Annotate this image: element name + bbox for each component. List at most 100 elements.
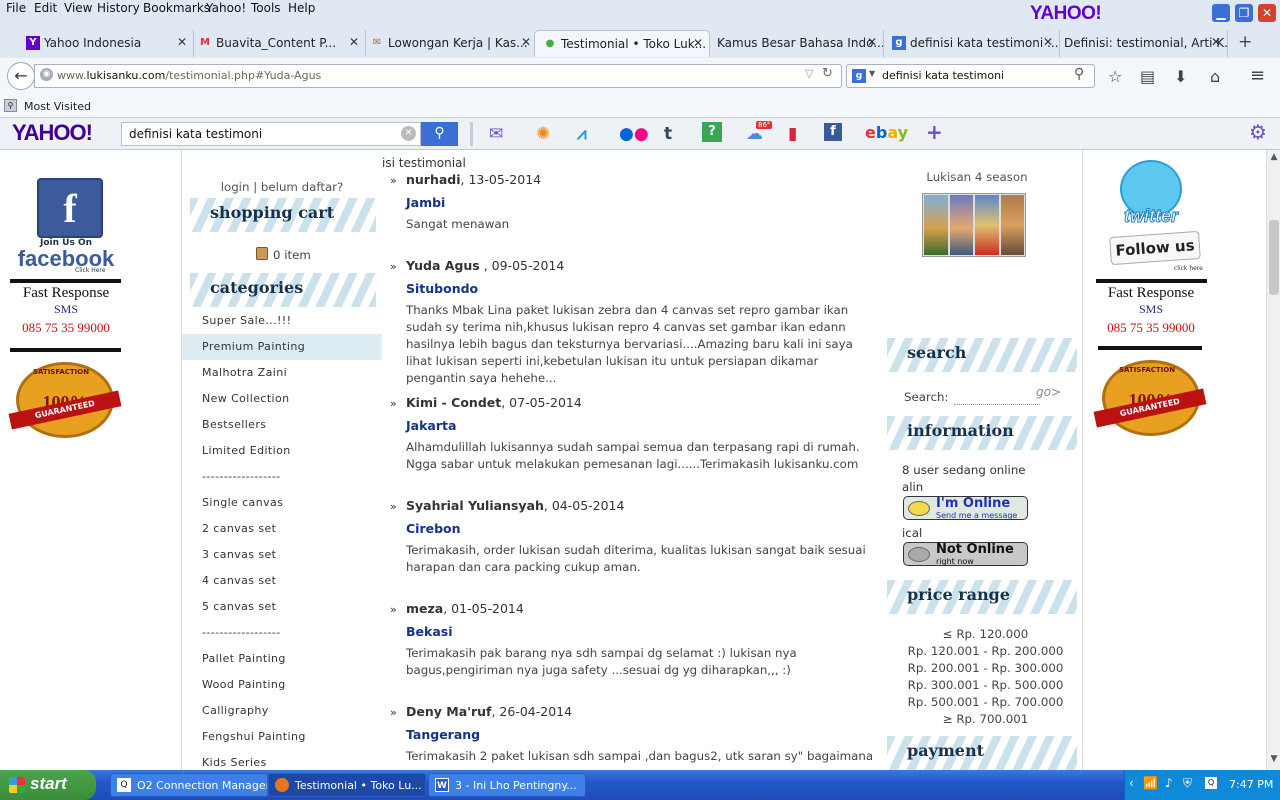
tab-google-definisi[interactable]: g definisi kata testimoni ... ✕ [884,30,1060,57]
category-item[interactable]: 2 canvas set [182,516,382,542]
menu-edit[interactable]: Edit [34,1,57,15]
url-bar[interactable]: ◉ www.lukisanku.com/testimonial.php#Yuda… [34,64,842,88]
tab-kbbi[interactable]: Kamus Besar Bahasa Indo... ✕ [708,30,884,57]
tab-gmail[interactable]: M Buavita_Content P... ✕ [190,30,366,57]
tab-close-icon[interactable]: ✕ [693,36,703,50]
cart-item-count[interactable]: 0 item [273,248,311,262]
home-icon[interactable]: ⌂ [1210,67,1220,86]
featured-painting-image[interactable] [922,193,1026,257]
menu-file[interactable]: File [6,1,26,15]
page-scrollbar[interactable]: ▲ ▼ [1266,150,1280,770]
tab-definisi-testimonial[interactable]: Definisi: testimonial, Arti K... ✕ [1056,30,1228,57]
scroll-down-icon[interactable]: ▼ [1267,754,1280,768]
security-icon[interactable]: ⛨ [1183,776,1192,791]
category-item[interactable]: New Collection [182,386,382,412]
reading-list-icon[interactable]: ▤ [1140,67,1155,86]
tab-close-icon[interactable]: ✕ [177,35,187,49]
tray-app-icon[interactable]: Q [1205,777,1217,789]
price-range-link[interactable]: ≥ Rp. 700.001 [887,712,1084,726]
back-button[interactable]: ← [7,62,35,90]
category-item[interactable]: Fengshui Painting [182,724,382,750]
category-item[interactable]: Wood Painting [182,672,382,698]
menu-hamburger-icon[interactable]: ≡ [1250,65,1265,86]
taskbar-firefox[interactable]: Testimonial • Toko Lu... [268,773,426,797]
category-item[interactable]: Pallet Painting [182,646,382,672]
bookmark-star-icon[interactable]: ☆ [1108,67,1122,86]
price-range-link[interactable]: Rp. 300.001 - Rp. 500.000 [887,678,1084,692]
google-search-engine-icon[interactable]: g [852,69,866,83]
volume-icon[interactable]: ♪ [1165,776,1173,790]
yahoo-toolbar-logo[interactable]: YAHOO! [12,120,93,146]
not-online-button[interactable]: Not Online right now [903,542,1028,566]
yahoo-search-input[interactable]: definisi kata testimoni ✕ [121,122,421,146]
tab-testimonial[interactable]: ● Testimonial • Toko Luk... ✕ [534,30,710,57]
category-item[interactable]: Super Sale...!!! [182,308,382,334]
facebook-icon[interactable]: f [824,123,842,141]
tray-expand-icon[interactable]: ‹ [1129,776,1134,790]
category-item[interactable]: 4 canvas set [182,568,382,594]
yahoo-search-button[interactable]: ⚲ [421,122,458,146]
featured-label[interactable]: Lukisan 4 season [887,170,1067,184]
left-side-ad[interactable]: f Join Us On facebook Click Here Fast Re… [7,150,125,445]
tab-yahoo-indonesia[interactable]: Y Yahoo Indonesia ✕ [18,30,194,57]
sports-icon[interactable]: ✺ [536,124,550,144]
category-item[interactable]: Kids Series [182,750,382,770]
login-link[interactable]: login | belum daftar? [182,180,382,194]
start-button[interactable]: start [0,770,96,800]
taskbar-o2-connection[interactable]: Q O2 Connection Manager [110,773,268,797]
category-item[interactable]: Single canvas [182,490,382,516]
category-item[interactable]: ------------------ [182,464,382,490]
add-tool-icon[interactable]: + [926,120,943,144]
price-range-link[interactable]: Rp. 500.001 - Rp. 700.000 [887,695,1084,709]
price-range-link[interactable]: Rp. 120.001 - Rp. 200.000 [887,644,1084,658]
category-item[interactable]: Premium Painting [182,334,382,360]
settings-gear-icon[interactable]: ⚙ [1249,120,1267,144]
tab-close-icon[interactable]: ✕ [1043,35,1053,49]
menu-tools[interactable]: Tools [251,1,281,15]
category-item[interactable]: 3 canvas set [182,542,382,568]
menu-yahoo[interactable]: Yahoo! [206,1,246,15]
category-item[interactable]: Bestsellers [182,412,382,438]
im-online-button[interactable]: I'm Online Send me a message [903,496,1028,520]
menu-bookmarks[interactable]: Bookmarks [143,1,210,15]
answers-icon[interactable]: ? [702,122,722,142]
flickr-icon[interactable]: ●● [619,124,649,144]
network-icon[interactable]: 📶 [1143,776,1158,790]
mail-icon[interactable]: ✉ [489,124,503,144]
browser-search-field[interactable]: g ▼ definisi kata testimoni ⚲ [846,64,1095,88]
close-window-icon[interactable]: ✕ [1258,4,1276,22]
menu-history[interactable]: History [97,1,140,15]
price-range-link[interactable]: ≤ Rp. 120.000 [887,627,1084,641]
finance-icon[interactable]: ⩘ [577,124,587,144]
category-item[interactable]: 5 canvas set [182,594,382,620]
download-icon[interactable]: ⬇ [1174,67,1187,86]
clear-search-icon[interactable]: ✕ [401,126,416,141]
reload-icon[interactable]: ↻ [822,66,833,81]
menu-view[interactable]: View [64,1,92,15]
scroll-up-icon[interactable]: ▲ [1267,152,1280,166]
engine-dropdown-icon[interactable]: ▼ [869,69,875,78]
minimize-icon[interactable]: ▁ [1212,4,1230,22]
bookmark-ribbon-icon[interactable]: ▮ [788,124,797,144]
dropdown-arrow-icon[interactable]: ▽ [805,67,813,80]
tab-lowongan[interactable]: ✉ Lowongan Kerja | Kas... ✕ [362,30,538,57]
tab-close-icon[interactable]: ✕ [349,35,359,49]
bookmark-most-visited[interactable]: Most Visited [24,100,91,113]
scrollbar-thumb[interactable] [1269,220,1279,295]
right-side-ad[interactable]: twitter Follow us click here Fast Respon… [1092,150,1210,445]
category-item[interactable]: Calligraphy [182,698,382,724]
search-go-button[interactable]: go> [1036,385,1061,399]
category-item[interactable]: Limited Edition [182,438,382,464]
ebay-icon[interactable]: ebay [865,123,908,142]
new-tab-icon[interactable]: + [1238,32,1252,52]
category-item[interactable]: ------------------ [182,620,382,646]
restore-icon[interactable]: ❐ [1235,4,1253,22]
price-range-link[interactable]: Rp. 200.001 - Rp. 300.000 [887,661,1084,675]
magnifier-icon[interactable]: ⚲ [1074,66,1084,82]
taskbar-word[interactable]: W 3 - Ini Lho Pentingny... [428,773,586,797]
tab-close-icon[interactable]: ✕ [521,35,531,49]
menu-help[interactable]: Help [288,1,315,15]
tab-close-icon[interactable]: ✕ [867,35,877,49]
tumblr-icon[interactable]: t [664,124,672,144]
tab-close-icon[interactable]: ✕ [1211,35,1221,49]
